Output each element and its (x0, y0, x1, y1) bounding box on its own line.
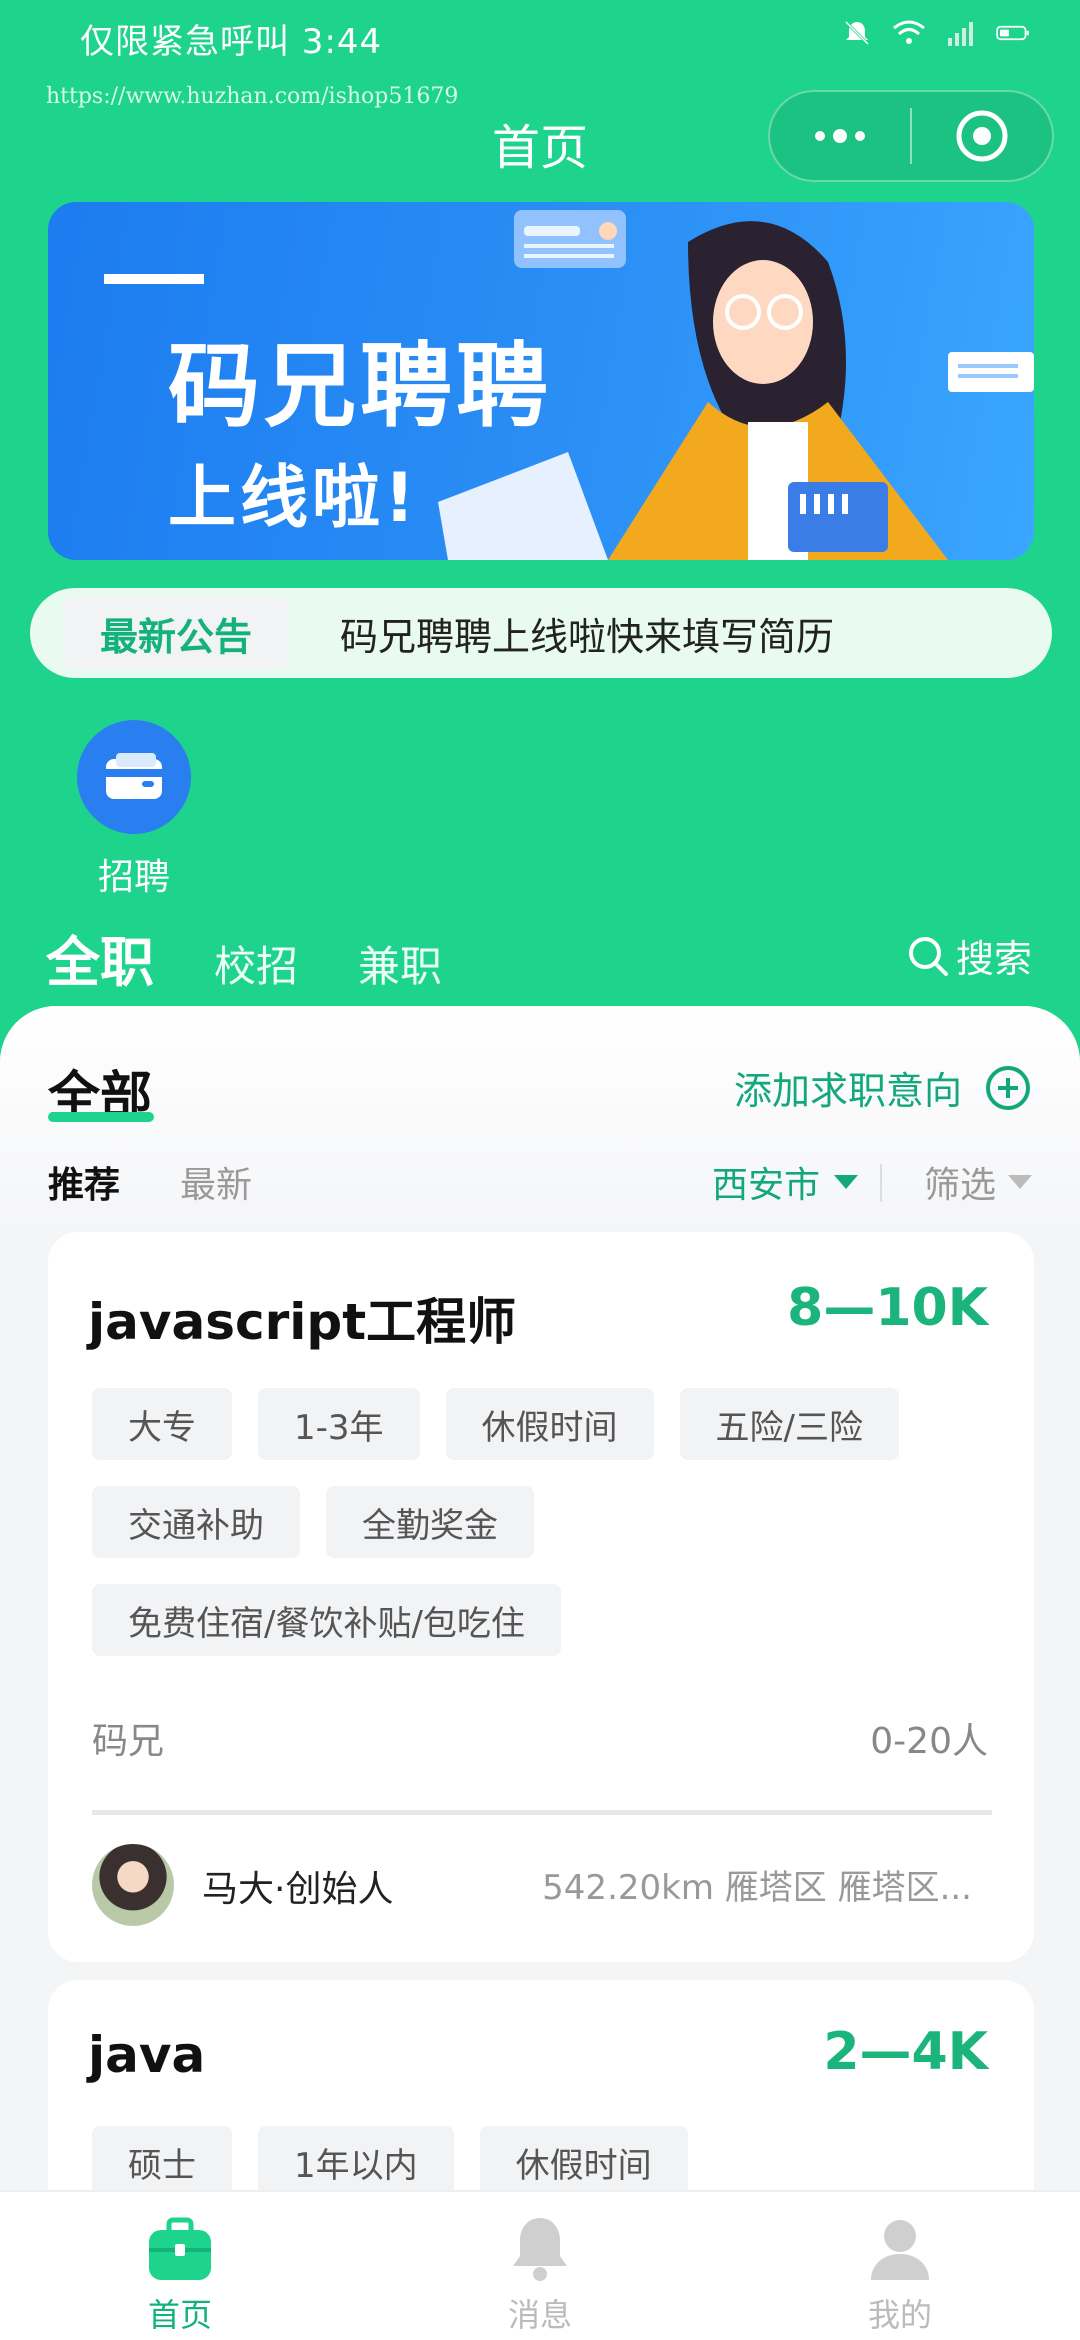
caret-down-icon (834, 1175, 858, 1189)
job-tag: 大专 (92, 1388, 232, 1460)
sort-latest[interactable]: 最新 (180, 1156, 252, 1208)
job-location: 542.20km 雁塔区 雁塔区... (542, 1868, 972, 1908)
job-tag: 五险/三险 (679, 1388, 900, 1460)
job-tag: 休假时间 (479, 2126, 688, 2198)
signal-icon (944, 16, 978, 50)
add-intent-label: 添加求职意向 (733, 1069, 962, 1113)
city-selector[interactable]: 西安市 (712, 1156, 858, 1208)
person-icon (871, 2220, 929, 2280)
avatar (92, 1844, 174, 1926)
mini-program-capsule (768, 90, 1054, 182)
job-tag: 休假时间 (445, 1388, 654, 1460)
sort-filter-row: 推荐 最新 西安市 筛选 (48, 1156, 1032, 1216)
tab-profile-label: 我的 (867, 2296, 932, 2334)
battery-icon (996, 16, 1030, 50)
company-name: 码兄 (92, 1721, 165, 1762)
job-salary: 8—10K (787, 1278, 988, 1338)
quick-entry-recruit[interactable]: 招聘 (74, 720, 194, 900)
job-type-tabs: 全职 校招 兼职 (46, 918, 442, 998)
bell-icon (513, 2218, 567, 2281)
quick-entry-label: 招聘 (97, 857, 170, 898)
wallet-icon (77, 720, 191, 834)
watermark-url: https://www.huzhan.com/ishop51679 (46, 84, 459, 109)
wifi-icon (892, 16, 926, 50)
promo-banner[interactable]: 码兄聘聘 上线啦! (48, 202, 1034, 560)
tab-profile[interactable]: 我的 (720, 2192, 1080, 2340)
job-list-panel: 全部 添加求职意向 推荐 最新 西安市 筛选 javascript工程师 8—1… (0, 1006, 1080, 2340)
target-close-icon (956, 110, 1008, 162)
announcement-text: 码兄聘聘上线啦快来填写简历 (340, 614, 835, 659)
announcement-tag: 最新公告 (64, 597, 289, 669)
add-job-intent-button[interactable]: 添加求职意向 (734, 1060, 1032, 1115)
tab-campus[interactable]: 校招 (214, 933, 298, 994)
search-label: 搜索 (955, 937, 1032, 981)
card-divider (92, 1810, 992, 1815)
search-button[interactable]: 搜索 (906, 928, 1032, 983)
job-title: java (88, 2026, 206, 2084)
job-tag: 免费住宿/餐饮补贴/包吃住 (92, 1584, 561, 1656)
tab-home-label: 首页 (147, 2296, 212, 2334)
tab-messages-label: 消息 (507, 2296, 572, 2334)
search-icon (908, 936, 948, 976)
bottom-tab-bar: 首页 消息 我的 (0, 2190, 1080, 2340)
briefcase-icon (149, 2217, 211, 2280)
status-text: 仅限紧急呼叫 3:44 (80, 22, 383, 62)
filter-button[interactable]: 筛选 (924, 1156, 1032, 1208)
job-tag: 1-3年 (258, 1388, 420, 1460)
more-dots-icon (815, 129, 865, 143)
job-card[interactable]: javascript工程师 8—10K 大专 1-3年 休假时间 五险/三险 交… (48, 1232, 1034, 1962)
mute-bell-icon (840, 16, 874, 50)
job-salary: 2—4K (823, 2022, 988, 2082)
announcement-bar[interactable]: 最新公告 码兄聘聘上线啦快来填写简历 (30, 588, 1052, 678)
close-mini-program-button[interactable] (912, 92, 1052, 180)
company-size: 0-20人 (870, 1721, 988, 1762)
job-title: javascript工程师 (88, 1293, 517, 1351)
tab-home[interactable]: 首页 (0, 2192, 360, 2340)
tab-messages[interactable]: 消息 (360, 2192, 720, 2340)
job-tag: 交通补助 (92, 1486, 300, 1558)
job-tag: 全勤奖金 (326, 1486, 534, 1558)
job-tags: 硕士 1年以内 休假时间 (92, 2126, 992, 2198)
banner-illustration (438, 210, 1034, 560)
city-label: 西安市 (711, 1165, 820, 1206)
section-title-underline (48, 1112, 154, 1122)
caret-down-icon (1008, 1175, 1032, 1189)
add-circle-icon (986, 1065, 1030, 1110)
filter-label: 筛选 (923, 1165, 996, 1206)
divider (880, 1164, 882, 1202)
sort-recommend[interactable]: 推荐 (48, 1156, 120, 1208)
job-tag: 硕士 (92, 2126, 232, 2198)
job-tags: 大专 1-3年 休假时间 五险/三险 交通补助 全勤奖金 免费住宿/餐饮补贴/包… (92, 1388, 992, 1656)
job-tag: 1年以内 (258, 2126, 454, 2198)
tab-parttime[interactable]: 兼职 (358, 933, 442, 994)
recruiter-name: 马大·创始人 (202, 1869, 394, 1910)
status-bar: 仅限紧急呼叫 3:44 (0, 0, 1080, 70)
tab-fulltime[interactable]: 全职 (46, 918, 154, 997)
more-button[interactable] (770, 92, 910, 180)
